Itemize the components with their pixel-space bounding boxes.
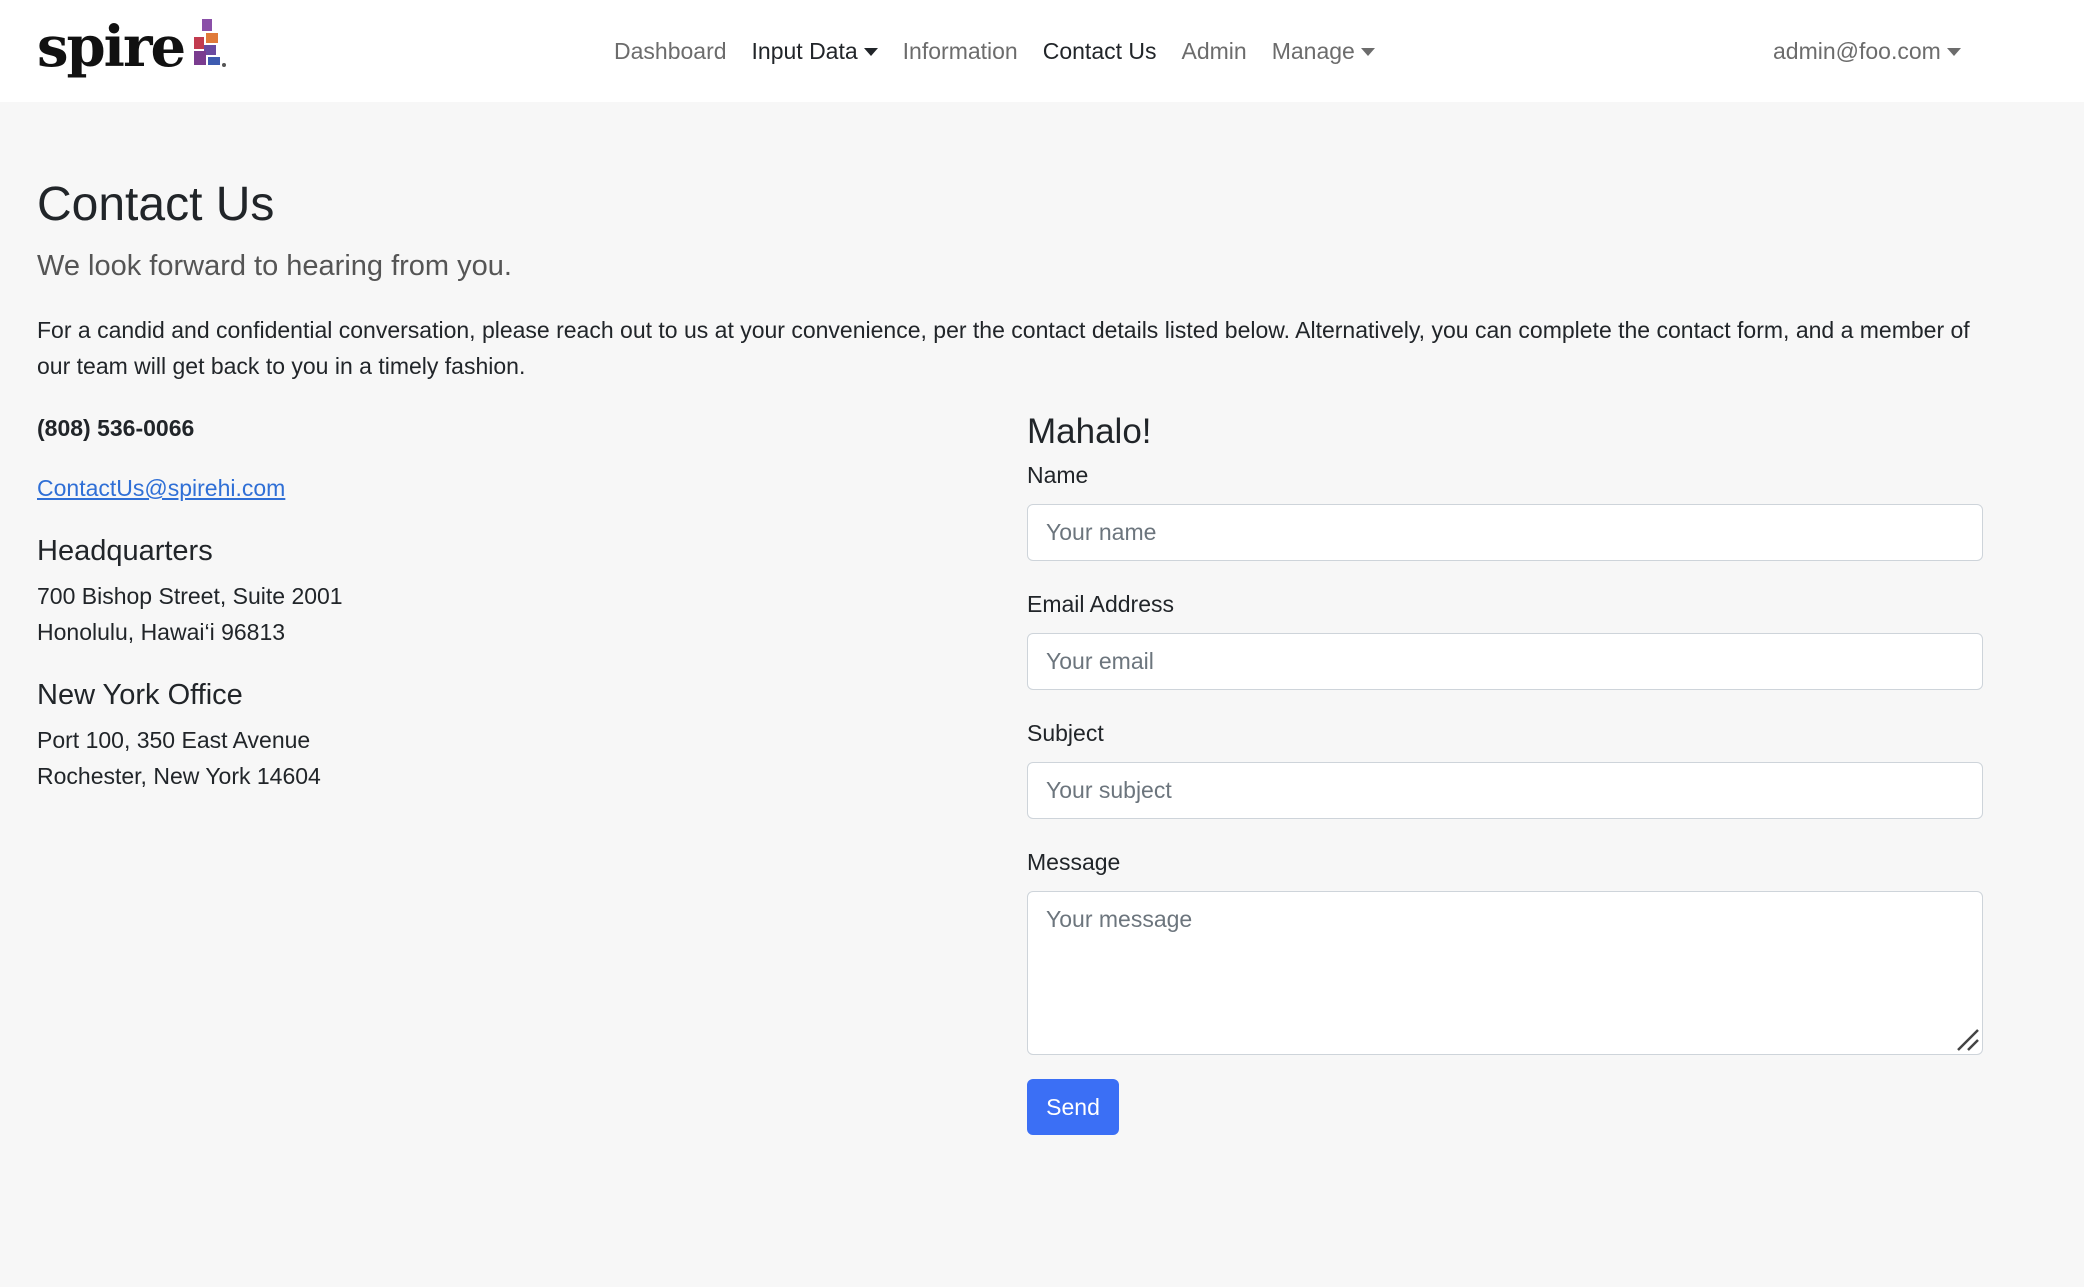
navbar: spire Dashboard Input Data Information C… bbox=[0, 0, 2084, 102]
nav-dashboard[interactable]: Dashboard bbox=[614, 38, 727, 65]
subject-placeholder: Your subject bbox=[1046, 777, 1172, 803]
address-line: 700 Bishop Street, Suite 2001 bbox=[37, 583, 343, 609]
nav-admin-label: Admin bbox=[1181, 37, 1247, 64]
nav-contact-us-label: Contact Us bbox=[1042, 37, 1157, 64]
user-email: admin@foo.com bbox=[1773, 37, 1941, 64]
address-line: Rochester, New York 14604 bbox=[37, 763, 321, 789]
address-new-york: Port 100, 350 East Avenue Rochester, New… bbox=[37, 722, 977, 794]
main-nav: Dashboard Input Data Information Contact… bbox=[614, 0, 1400, 102]
nav-manage-dropdown[interactable]: Manage bbox=[1272, 38, 1375, 65]
address-line: Port 100, 350 East Avenue bbox=[37, 727, 311, 753]
address-line: Honolulu, Hawai‘i 96813 bbox=[37, 619, 286, 645]
form-heading: Mahalo! bbox=[1027, 412, 1152, 451]
nav-dashboard-label: Dashboard bbox=[614, 37, 727, 64]
nav-information-label: Information bbox=[902, 37, 1018, 64]
nav-input-data-label: Input Data bbox=[751, 37, 858, 64]
subject-label: Subject bbox=[1027, 720, 1104, 746]
resize-handle-icon[interactable] bbox=[1952, 1024, 1980, 1052]
spire-logo-icon bbox=[194, 19, 227, 67]
email-label: Email Address bbox=[1027, 591, 1175, 617]
send-button[interactable]: Send bbox=[1027, 1079, 1119, 1135]
email-link[interactable]: ContactUs@spirehi.com bbox=[37, 470, 285, 506]
caret-down-icon bbox=[1946, 48, 1961, 56]
brand-logo[interactable]: spire bbox=[37, 14, 228, 84]
caret-down-icon bbox=[863, 48, 878, 56]
message-placeholder: Your message bbox=[1046, 906, 1193, 932]
caret-down-icon bbox=[1360, 48, 1375, 56]
nav-contact-us[interactable]: Contact Us bbox=[1043, 38, 1157, 65]
office-heading-new-york: New York Office bbox=[37, 679, 243, 711]
page-lead: We look forward to hearing from you. bbox=[37, 250, 512, 282]
name-input[interactable]: Your name bbox=[1027, 504, 1983, 561]
nav-manage-label: Manage bbox=[1271, 37, 1355, 64]
brand-wordmark: spire bbox=[37, 14, 186, 80]
nav-admin[interactable]: Admin bbox=[1182, 38, 1247, 65]
office-heading-headquarters: Headquarters bbox=[37, 535, 213, 567]
email-placeholder: Your email bbox=[1046, 648, 1154, 674]
subject-input[interactable]: Your subject bbox=[1027, 762, 1983, 819]
message-textarea[interactable]: Your message bbox=[1027, 891, 1983, 1055]
name-label: Name bbox=[1027, 462, 1089, 488]
nav-input-data-dropdown[interactable]: Input Data bbox=[752, 38, 878, 65]
page-title: Contact Us bbox=[37, 178, 275, 231]
phone-number: (808) 536-0066 bbox=[37, 415, 195, 441]
email-input[interactable]: Your email bbox=[1027, 633, 1983, 690]
contact-form: Mahalo! Name Your name Email Address You… bbox=[1027, 408, 1983, 1135]
address-headquarters: 700 Bishop Street, Suite 2001 Honolulu, … bbox=[37, 578, 977, 650]
name-placeholder: Your name bbox=[1046, 519, 1157, 545]
nav-information[interactable]: Information bbox=[903, 38, 1018, 65]
page-intro: For a candid and confidential conversati… bbox=[37, 317, 1970, 379]
user-menu-dropdown[interactable]: admin@foo.com bbox=[1773, 0, 1961, 102]
contact-details: (808) 536-0066 ContactUs@spirehi.com Hea… bbox=[37, 410, 977, 794]
message-label: Message bbox=[1027, 849, 1121, 875]
